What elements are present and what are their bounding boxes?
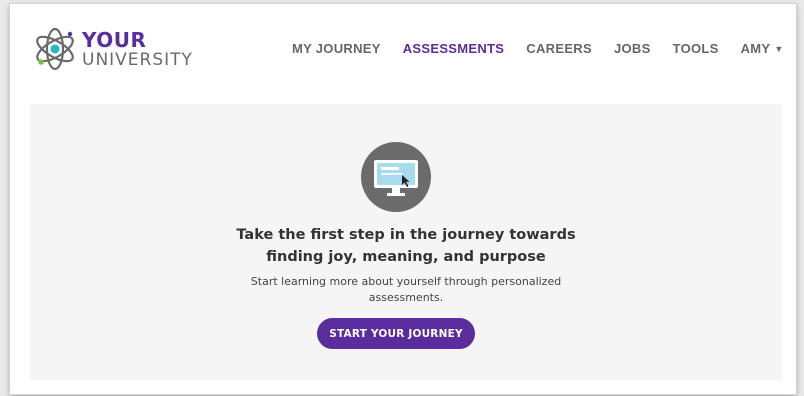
computer-monitor-icon	[361, 142, 431, 212]
hero-subtitle: Start learning more about yourself throu…	[236, 274, 576, 306]
hero-panel: Take the first step in the journey towar…	[30, 104, 782, 380]
nav-item-assessments[interactable]: ASSESSMENTS	[403, 41, 505, 56]
nav-item-jobs[interactable]: JOBS	[614, 41, 651, 56]
site-logo[interactable]: YOUR UNIVERSITY	[32, 26, 193, 72]
hero-subtitle-line-1: Start learning more about yourself throu…	[250, 275, 562, 288]
main-nav: MY JOURNEY ASSESSMENTS CAREERS JOBS TOOL…	[292, 41, 796, 56]
user-menu[interactable]: AMY ▼	[741, 41, 784, 56]
site-header: YOUR UNIVERSITY MY JOURNEY ASSESSMENTS C…	[10, 4, 796, 96]
nav-item-careers[interactable]: CAREERS	[526, 41, 592, 56]
hero-title-line-1: Take the first step in the journey towar…	[236, 227, 576, 243]
nav-item-my-journey[interactable]: MY JOURNEY	[292, 41, 381, 56]
hero-subtitle-line-2: assessments.	[368, 291, 444, 304]
logo-line-university: UNIVERSITY	[82, 49, 193, 70]
hero-title-line-2: finding joy, meaning, and purpose	[266, 249, 546, 265]
logo-line-your: YOUR	[82, 27, 147, 52]
user-menu-label: AMY	[740, 41, 771, 56]
browser-frame: YOUR UNIVERSITY MY JOURNEY ASSESSMENTS C…	[10, 4, 796, 394]
start-your-journey-button[interactable]: START YOUR JOURNEY	[317, 318, 475, 349]
caret-down-icon: ▼	[774, 44, 784, 54]
atom-logo-icon	[36, 27, 74, 71]
nav-item-tools[interactable]: TOOLS	[673, 41, 719, 56]
hero-title: Take the first step in the journey towar…	[30, 224, 782, 268]
